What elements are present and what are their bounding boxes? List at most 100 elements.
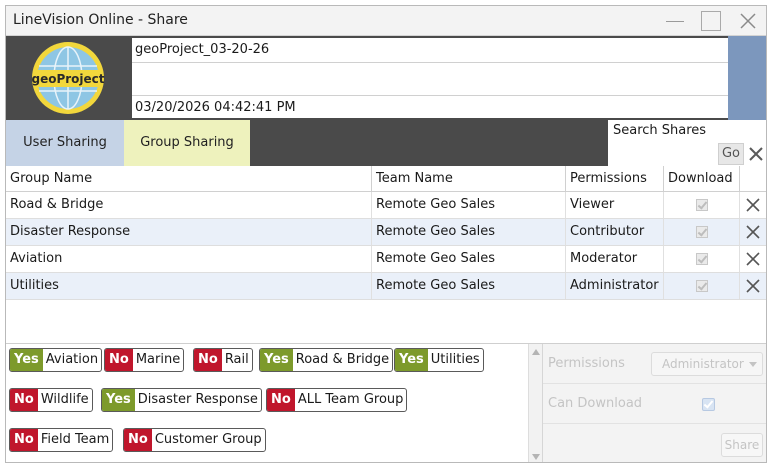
download-checkbox: [695, 253, 708, 265]
window-title: LineVision Online - Share: [13, 12, 188, 28]
tag-label: Rail: [224, 352, 249, 367]
tag-state: Yes: [395, 349, 428, 371]
maximize-button[interactable]: [699, 10, 723, 32]
download-checkbox: [695, 199, 708, 211]
tag-label: ALL Team Group: [297, 392, 404, 407]
table-row[interactable]: Road & Bridge Remote Geo Sales Viewer: [6, 192, 766, 219]
tag-label: Wildlife: [40, 392, 89, 407]
tab-user-sharing[interactable]: User Sharing: [6, 120, 124, 166]
tag-label: Field Team: [40, 432, 110, 447]
group-name-cell: Road & Bridge: [6, 192, 372, 218]
column-header-remove: [740, 166, 766, 192]
remove-cell: [740, 273, 766, 299]
header-side-panel: [728, 36, 766, 120]
tag-label: Disaster Response: [137, 392, 258, 407]
table-row[interactable]: Utilities Remote Geo Sales Administrator: [6, 273, 766, 300]
remove-icon[interactable]: [746, 279, 760, 293]
download-cell: [664, 219, 740, 245]
tag-state: No: [194, 349, 222, 371]
chevron-down-icon: [749, 362, 757, 367]
permissions-select[interactable]: Administrator: [651, 352, 763, 376]
download-checkbox: [695, 226, 708, 238]
can-download-label: Can Download: [548, 396, 643, 411]
group-tag-rail[interactable]: No Rail: [193, 348, 253, 372]
tag-label: Road & Bridge: [295, 352, 390, 367]
can-download-row: Can Download: [543, 384, 766, 424]
remove-icon[interactable]: [746, 252, 760, 266]
group-tag-all-team-group[interactable]: No ALL Team Group: [266, 388, 408, 412]
download-checkbox: [695, 280, 708, 292]
download-cell: [664, 273, 740, 299]
can-download-checkbox[interactable]: [702, 398, 715, 411]
permissions-row: Permissions Administrator: [543, 344, 766, 384]
permission-cell: Administrator: [566, 273, 664, 299]
team-name-cell: Remote Geo Sales: [372, 192, 566, 218]
tag-label: Marine: [135, 352, 181, 367]
group-name-cell: Aviation: [6, 246, 372, 272]
tag-state: No: [124, 429, 152, 451]
tag-state: No: [105, 349, 133, 371]
team-name-cell: Remote Geo Sales: [372, 219, 566, 245]
scroll-down-arrow-icon[interactable]: [532, 454, 540, 460]
group-tag-road-bridge[interactable]: Yes Road & Bridge: [259, 348, 394, 372]
column-header-permissions[interactable]: Permissions: [566, 166, 664, 192]
remove-cell: [740, 246, 766, 272]
tag-label: Aviation: [45, 352, 99, 367]
permission-cell: Contributor: [566, 219, 664, 245]
group-tag-list: Yes Aviation No Marine No Rail Yes Road & Br…: [6, 344, 528, 462]
tab-bar: User Sharing Group Sharing Search Shares…: [6, 120, 766, 166]
download-cell: [664, 246, 740, 272]
remove-cell: [740, 219, 766, 245]
group-tag-marine[interactable]: No Marine: [104, 348, 185, 372]
project-description-field[interactable]: [132, 63, 728, 96]
go-button[interactable]: Go: [718, 143, 744, 165]
group-tag-aviation[interactable]: Yes Aviation: [9, 348, 103, 372]
project-timestamp-field: 03/20/2026 04:42:41 PM: [132, 96, 728, 118]
scroll-up-arrow-icon[interactable]: [532, 349, 540, 355]
tag-list-scrollbar[interactable]: [528, 344, 542, 462]
project-name-field[interactable]: geoProject_03-20-26: [132, 38, 728, 63]
search-input[interactable]: [608, 141, 716, 166]
permission-cell: Viewer: [566, 192, 664, 218]
team-name-cell: Remote Geo Sales: [372, 246, 566, 272]
column-header-download[interactable]: Download: [664, 166, 740, 192]
logo-text: geoProject: [31, 72, 104, 86]
tag-state: No: [10, 389, 38, 411]
share-button[interactable]: Share: [721, 433, 763, 457]
project-name: geoProject_03-20-26: [135, 42, 270, 57]
table-row[interactable]: Aviation Remote Geo Sales Moderator: [6, 246, 766, 273]
column-header-group-name[interactable]: Group Name: [6, 166, 372, 192]
tag-label: Utilities: [430, 352, 480, 367]
group-tag-utilities[interactable]: Yes Utilities: [394, 348, 484, 372]
project-header: geoProject geoProject_03-20-26 03/20/202…: [6, 36, 766, 120]
bottom-panel: Yes Aviation No Marine No Rail Yes Road & Br…: [6, 343, 766, 462]
permissions-selected-value: Administrator: [662, 357, 744, 371]
group-tag-disaster-response[interactable]: Yes Disaster Response: [101, 388, 262, 412]
group-tag-field-team[interactable]: No Field Team: [9, 428, 114, 452]
team-name-cell: Remote Geo Sales: [372, 273, 566, 299]
title-bar: LineVision Online - Share: [6, 6, 766, 36]
search-label: Search Shares: [613, 123, 707, 138]
group-tag-wildlife[interactable]: No Wildlife: [9, 388, 93, 412]
tab-group-sharing[interactable]: Group Sharing: [124, 120, 250, 166]
close-icon: [749, 147, 763, 161]
column-header-team-name[interactable]: Team Name: [372, 166, 566, 192]
share-properties-panel: Permissions Administrator Can Download S…: [542, 344, 766, 462]
project-timestamp: 03/20/2026 04:42:41 PM: [135, 100, 296, 115]
table-header: Group Name Team Name Permissions Downloa…: [6, 166, 766, 192]
group-name-cell: Disaster Response: [6, 219, 372, 245]
close-button[interactable]: [736, 10, 760, 32]
download-cell: [664, 192, 740, 218]
remove-icon[interactable]: [746, 198, 760, 212]
tag-state: Yes: [102, 389, 135, 411]
tag-state: Yes: [260, 349, 293, 371]
remove-icon[interactable]: [746, 225, 760, 239]
table-row[interactable]: Disaster Response Remote Geo Sales Contr…: [6, 219, 766, 246]
share-window: LineVision Online - Share geoProject geo…: [5, 5, 767, 463]
shares-table: Group Name Team Name Permissions Downloa…: [6, 166, 766, 300]
tag-state: Yes: [10, 349, 43, 371]
group-tag-customer-group[interactable]: No Customer Group: [123, 428, 266, 452]
clear-search-button[interactable]: [746, 143, 766, 165]
share-row: Share: [543, 424, 766, 462]
minimize-button[interactable]: [663, 10, 687, 32]
